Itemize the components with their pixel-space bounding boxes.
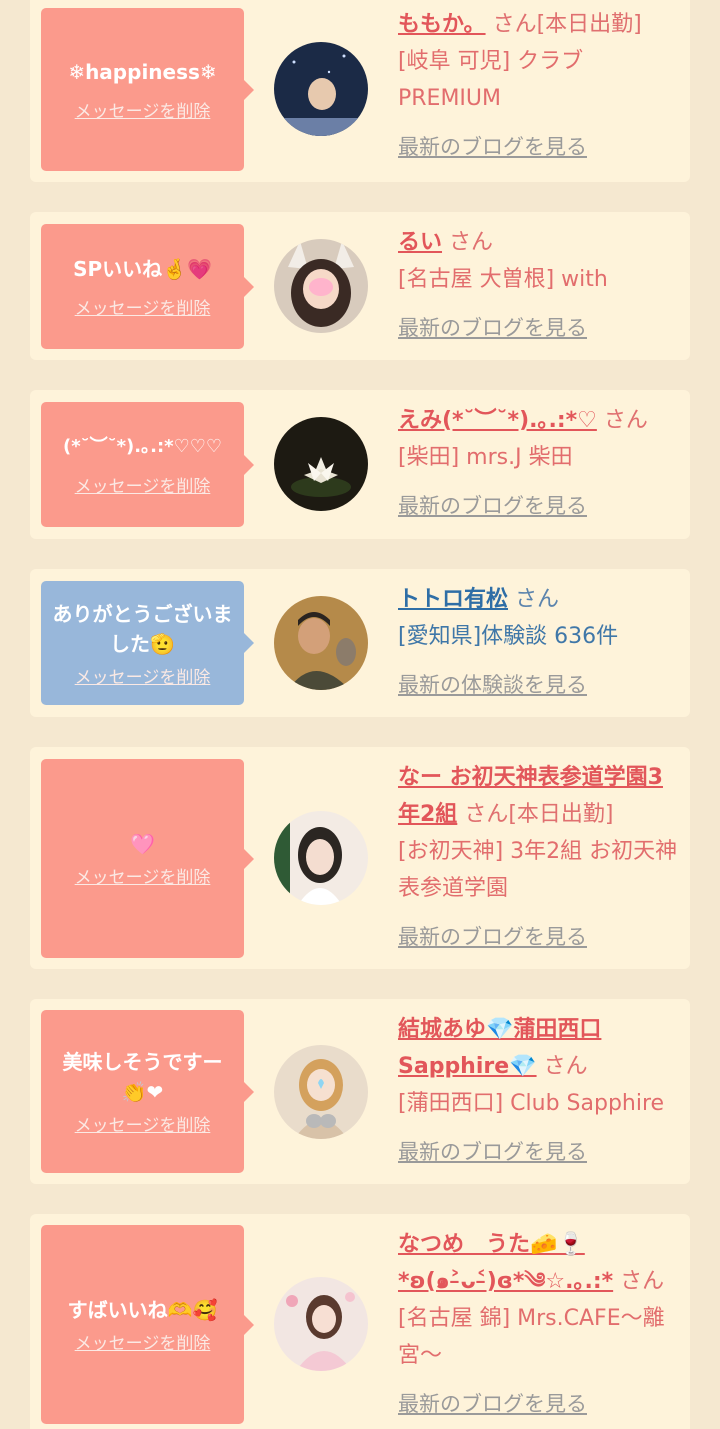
honorific: さん bbox=[603, 408, 648, 433]
shop-name: [名古屋 大曽根] with bbox=[398, 267, 608, 292]
entry-info: るい さん [名古屋 大曽根] with 最新のブログを見る bbox=[398, 224, 680, 347]
message-text: すばいいね🫶🥰 bbox=[67, 1298, 218, 1322]
latest-blog-link[interactable]: 最新のブログを見る bbox=[398, 129, 587, 166]
delete-message-link[interactable]: メッセージを削除 bbox=[75, 1111, 211, 1136]
honorific: さん bbox=[449, 230, 494, 255]
avatar-photo bbox=[274, 1045, 368, 1139]
entry-info: なー お初天神表参道学園3年2組 さん[本日出勤] [お初天神] 3年2組 お初… bbox=[398, 759, 680, 956]
delete-message-link[interactable]: メッセージを削除 bbox=[75, 472, 211, 497]
message-card: SPいいね🤞💗 メッセージを削除 るい さん [名古屋 大曽根] with 最新… bbox=[30, 212, 690, 360]
message-bubble: ありがとうございました🫡 メッセージを削除 bbox=[41, 581, 254, 705]
message-bubble: すばいいね🫶🥰 メッセージを削除 bbox=[41, 1225, 254, 1424]
message-bubble: ❄happiness❄ メッセージを削除 bbox=[41, 8, 254, 171]
message-card: (*˘︶˘*).｡.:*♡♡♡ メッセージを削除 えみ(*˘︶˘*).｡.:*♡… bbox=[30, 390, 690, 539]
shop-name: [柴田] mrs.J 柴田 bbox=[398, 445, 573, 470]
entry-info: トトロ有松 さん [愛知県]体験談 636件 最新の体験談を見る bbox=[398, 581, 680, 704]
honorific: さん bbox=[543, 1054, 588, 1079]
delete-message-link[interactable]: メッセージを削除 bbox=[75, 1329, 211, 1354]
latest-blog-link[interactable]: 最新のブログを見る bbox=[398, 1386, 587, 1423]
entry-info: なつめ うた🧀🍷*ʚ(๑˃̵ᴗ˂̵)ɞ*༄☆.｡.:* さん [名古屋 錦] M… bbox=[398, 1226, 680, 1423]
avatar-photo bbox=[274, 417, 368, 511]
cast-name-link[interactable]: なつめ うた🧀🍷*ʚ(๑˃̵ᴗ˂̵)ɞ*༄☆.｡.:* bbox=[398, 1232, 613, 1294]
delete-message-link[interactable]: メッセージを削除 bbox=[75, 663, 211, 688]
honorific: さん bbox=[515, 587, 560, 612]
message-bubble: 🩷 メッセージを削除 bbox=[41, 759, 254, 958]
latest-blog-link[interactable]: 最新のブログを見る bbox=[398, 919, 587, 956]
avatar[interactable] bbox=[274, 811, 368, 905]
delete-message-link[interactable]: メッセージを削除 bbox=[75, 294, 211, 319]
avatar-photo bbox=[274, 239, 368, 333]
message-text: 美味しそうですー👏❤ bbox=[62, 1050, 223, 1104]
cast-name-link[interactable]: ももか。 bbox=[398, 12, 486, 37]
shop-name: [名古屋 錦] Mrs.CAFE〜離宮〜 bbox=[398, 1306, 665, 1368]
delete-message-link[interactable]: メッセージを削除 bbox=[75, 863, 211, 888]
avatar-photo bbox=[274, 42, 368, 136]
shop-name: [蒲田西口] Club Sapphire bbox=[398, 1091, 665, 1116]
avatar[interactable] bbox=[274, 596, 368, 690]
message-text: ありがとうございました🫡 bbox=[52, 601, 233, 656]
shop-name: [お初天神] 3年2組 お初天神表参道学園 bbox=[398, 839, 678, 901]
message-card: すばいいね🫶🥰 メッセージを削除 なつめ うた🧀🍷*ʚ(๑˃̵ᴗ˂̵)ɞ*༄☆.… bbox=[30, 1214, 690, 1429]
latest-blog-link[interactable]: 最新のブログを見る bbox=[398, 310, 587, 347]
message-text: SPいいね🤞💗 bbox=[73, 257, 212, 281]
avatar[interactable] bbox=[274, 42, 368, 136]
delete-message-link[interactable]: メッセージを削除 bbox=[75, 97, 211, 122]
message-card: ❄happiness❄ メッセージを削除 ももか。 さん[本日出勤] [岐阜 可… bbox=[30, 0, 690, 182]
avatar[interactable] bbox=[274, 1277, 368, 1371]
entry-info: 結城あゆ💎蒲田西口Sapphire💎 さん [蒲田西口] Club Sapphi… bbox=[398, 1011, 680, 1171]
message-bubble: (*˘︶˘*).｡.:*♡♡♡ メッセージを削除 bbox=[41, 402, 254, 527]
shop-name: [岐阜 可児] クラブPREMIUM bbox=[398, 49, 584, 111]
message-card: 美味しそうですー👏❤ メッセージを削除 結城あゆ💎蒲田西口Sapphire💎 さ… bbox=[30, 999, 690, 1184]
message-text: (*˘︶˘*).｡.:*♡♡♡ bbox=[63, 436, 222, 457]
message-bubble: SPいいね🤞💗 メッセージを削除 bbox=[41, 224, 254, 349]
message-text: ❄happiness❄ bbox=[68, 60, 217, 84]
latest-review-link[interactable]: 最新の体験談を見る bbox=[398, 667, 587, 704]
entry-info: ももか。 さん[本日出勤] [岐阜 可児] クラブPREMIUM 最新のブログを… bbox=[398, 6, 680, 166]
honorific: さん[本日出勤] bbox=[492, 12, 642, 37]
latest-blog-link[interactable]: 最新のブログを見る bbox=[398, 1134, 587, 1171]
avatar-photo bbox=[274, 811, 368, 905]
latest-blog-link[interactable]: 最新のブログを見る bbox=[398, 488, 587, 525]
message-list: ❄happiness❄ メッセージを削除 ももか。 さん[本日出勤] [岐阜 可… bbox=[0, 0, 720, 1429]
avatar[interactable] bbox=[274, 1045, 368, 1139]
review-count: [愛知県]体験談 636件 bbox=[398, 624, 619, 649]
cast-name-link[interactable]: るい bbox=[398, 230, 442, 255]
honorific: さん[本日出勤] bbox=[464, 802, 614, 827]
reviewer-name-link[interactable]: トトロ有松 bbox=[398, 587, 508, 612]
message-bubble: 美味しそうですー👏❤ メッセージを削除 bbox=[41, 1010, 254, 1173]
message-card: ありがとうございました🫡 メッセージを削除 トトロ有松 さん [愛知県]体験談 … bbox=[30, 569, 690, 717]
message-text: 🩷 bbox=[130, 832, 155, 856]
honorific: さん bbox=[620, 1269, 665, 1294]
entry-info: えみ(*˘︶˘*).｡.:*♡ さん [柴田] mrs.J 柴田 最新のブログを… bbox=[398, 402, 680, 525]
avatar-photo bbox=[274, 596, 368, 690]
message-card: 🩷 メッセージを削除 なー お初天神表参道学園3年2組 さん[本日出勤] [お初… bbox=[30, 747, 690, 969]
avatar[interactable] bbox=[274, 239, 368, 333]
cast-name-link[interactable]: えみ(*˘︶˘*).｡.:*♡ bbox=[398, 408, 597, 433]
avatar[interactable] bbox=[274, 417, 368, 511]
avatar-photo bbox=[274, 1277, 368, 1371]
